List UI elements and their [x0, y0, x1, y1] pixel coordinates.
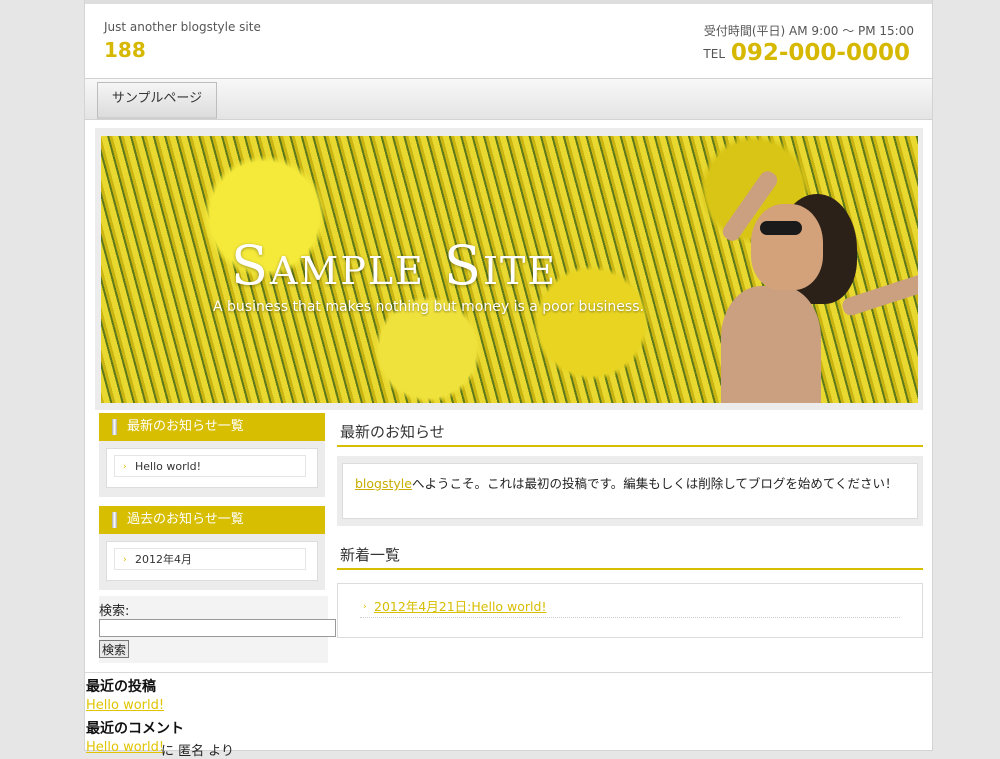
hero-frame: Sample Site A business that makes nothin… [95, 128, 923, 410]
nav-item-sample-page[interactable]: サンプルページ [97, 82, 217, 119]
news-heading: 最新のお知らせ [337, 421, 923, 447]
blogstyle-link[interactable]: blogstyle [355, 476, 412, 491]
phone-block: TEL 092-000-0000 [703, 40, 910, 66]
widget-archive-title: 過去のお知らせ一覧 [99, 506, 325, 534]
news-section: blogstyleへようこそ。これは最初の投稿です。編集もしくは削除してブログを… [337, 456, 923, 526]
recent-posts-heading: 最近の投稿 [86, 679, 156, 695]
tel-label: TEL [703, 47, 726, 61]
search-label: 検索: [99, 604, 130, 619]
search-widget: 検索: 検索 [99, 596, 336, 663]
sunglasses-icon [760, 221, 802, 235]
business-hours: 受付時間(平日) AM 9:00 ～ PM 15:00 [703, 24, 914, 38]
list-item: › 2012年4月21日:Hello world! [360, 596, 900, 618]
widget-latest-news-title: 最新のお知らせ一覧 [99, 413, 325, 441]
recent-heading: 新着一覧 [337, 544, 923, 570]
heading-bar-icon [112, 419, 117, 435]
tel-number: 092-000-0000 [730, 40, 910, 66]
chevron-right-icon: › [123, 462, 127, 472]
search-input[interactable] [99, 619, 336, 637]
recent-post-link[interactable]: 2012年4月21日:Hello world! [374, 599, 546, 614]
chevron-right-icon: › [123, 555, 127, 565]
page-container: Just another blogstyle site 188 受付時間(平日)… [85, 0, 932, 759]
widget-link-archive-month[interactable]: › 2012年4月 [114, 548, 306, 570]
news-text: へようこそ。これは最初の投稿です。編集もしくは削除してブログを始めてください！ [411, 476, 898, 491]
main-navigation: サンプルページ [85, 78, 932, 120]
recent-post-link[interactable]: Hello world! [86, 698, 164, 713]
recent-list: › 2012年4月21日:Hello world! [337, 583, 923, 638]
recent-comments-heading: 最近のコメント [86, 721, 184, 737]
search-button[interactable]: 検索 [99, 640, 130, 658]
news-body: blogstyleへようこそ。これは最初の投稿です。編集もしくは削除してブログを… [342, 463, 918, 519]
widget-link-hello-world[interactable]: › Hello world! [114, 455, 306, 477]
hero-image: Sample Site A business that makes nothin… [101, 136, 918, 403]
widget-archive: 過去のお知らせ一覧 › 2012年4月 [99, 506, 325, 590]
heading-bar-icon [112, 512, 117, 528]
hero-subtitle: A business that makes nothing but money … [213, 299, 644, 315]
comment-post-link[interactable]: Hello world! [86, 740, 164, 755]
divider [85, 672, 932, 673]
widget-latest-news: 最新のお知らせ一覧 › Hello world! [99, 413, 325, 497]
hero-title: Sample Site [231, 234, 558, 297]
chevron-right-icon: › [363, 602, 367, 612]
site-tagline: Just another blogstyle site [104, 20, 261, 34]
top-bar [85, 0, 932, 4]
site-title[interactable]: 188 [104, 38, 146, 62]
